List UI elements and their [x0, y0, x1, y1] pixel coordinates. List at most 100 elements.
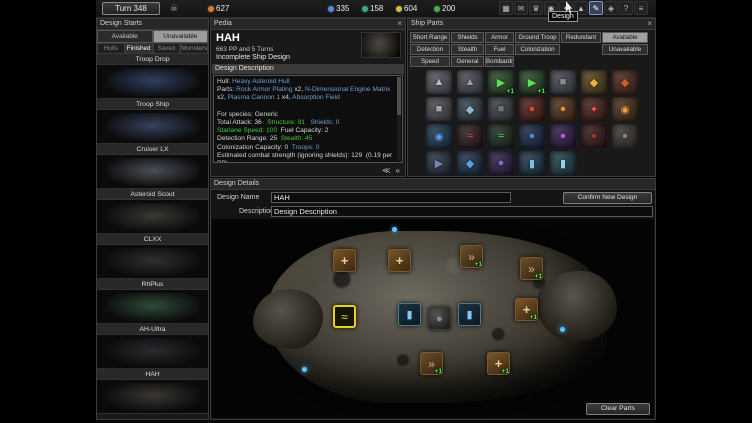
filter-general[interactable]: General [451, 56, 484, 67]
part-short-range-weapon[interactable]: ▲ [425, 69, 453, 95]
turn-button[interactable]: Turn 348 [102, 2, 160, 15]
part-blue-ring[interactable]: ◉ [425, 123, 453, 149]
filter-detection[interactable]: Detection [410, 44, 450, 55]
turret-icon: + [341, 253, 349, 268]
filter-unavailable[interactable]: Unavailable [602, 44, 648, 55]
part-shield-emblem[interactable]: ◆ [456, 150, 484, 176]
turret-slot[interactable]: ++1 [487, 352, 510, 375]
part-missile-weapon[interactable]: ▲ [456, 69, 484, 95]
resource-industry[interactable]: 158 [362, 4, 383, 13]
design-name-input[interactable] [271, 192, 511, 203]
part-asteroid-chunk[interactable]: ● [611, 123, 639, 149]
pedia-back-icon[interactable]: ≪ [382, 166, 390, 175]
part-orange-orb[interactable]: ● [549, 96, 577, 122]
filter-speed[interactable]: Speed [410, 56, 450, 67]
part-amber-ring[interactable]: ◉ [611, 96, 639, 122]
design-thumb [97, 245, 208, 278]
part-red-orb[interactable]: ● [518, 96, 546, 122]
sitrep-button[interactable]: ✉ [514, 1, 528, 15]
tab-available[interactable]: Available [97, 30, 153, 43]
charts-button[interactable]: ▦ [499, 1, 513, 15]
part-dark-module[interactable]: ■ [487, 96, 515, 122]
scanner-slot[interactable]: ≈ [333, 305, 356, 328]
pod-slot[interactable]: ▮ [398, 303, 421, 326]
pod-slot[interactable]: ▮ [458, 303, 481, 326]
empires-button[interactable]: ♛ [529, 1, 543, 15]
design-name: CLXX [97, 234, 208, 245]
part-tech-block[interactable]: ■ [425, 96, 453, 122]
turret-slot[interactable]: + [333, 249, 356, 272]
design-list-item[interactable]: AH-Ultra [97, 324, 208, 369]
design-list-item[interactable]: Cruiser LX [97, 144, 208, 189]
tab-finished[interactable]: Finished [125, 43, 153, 54]
design-list-item[interactable]: CLXX [97, 234, 208, 279]
part-red-monitor[interactable]: ≈ [456, 123, 484, 149]
engine-slot[interactable]: »+1 [520, 257, 543, 280]
filter-ground-troop[interactable]: Ground Troop [515, 32, 560, 43]
design-list-item[interactable]: Troop Ship [97, 99, 208, 144]
filter-short-range[interactable]: Short Range [410, 32, 450, 43]
filter-colonization[interactable]: Colonization [515, 44, 560, 55]
design-name: Troop Drop [97, 54, 208, 65]
part-engine-matrix-2[interactable]: ▶+1 [518, 69, 546, 95]
pedia-button[interactable]: ? [619, 1, 633, 15]
pedia-prev-icon[interactable]: « [396, 166, 400, 175]
part-crystal-plate[interactable]: ◆ [456, 96, 484, 122]
design-description-input[interactable] [271, 206, 653, 217]
filter-stealth[interactable]: Stealth [451, 44, 484, 55]
plus-one-badge: +1 [507, 88, 514, 95]
turret-slot[interactable]: + [388, 249, 411, 272]
design-list-item[interactable]: Asteroid Scout [97, 189, 208, 234]
part-gold-armor[interactable]: ◆ [580, 69, 608, 95]
design-canvas[interactable]: + + »+1 »+1 ≈ ▮ ● ▮ ++1 »+1 ++1 [212, 219, 654, 418]
part-flak-burst[interactable]: ✦ [580, 96, 608, 122]
tab-saved[interactable]: Saved [153, 43, 181, 54]
part-engine-matrix[interactable]: ▶+1 [487, 69, 515, 95]
design-list-item[interactable]: RhPlus [97, 279, 208, 324]
influence-icon [434, 6, 440, 12]
part-blue-orb[interactable]: ● [518, 123, 546, 149]
part-green-monitor[interactable]: ≈ [487, 123, 515, 149]
part-gray-module[interactable]: ■ [549, 69, 577, 95]
core-slot[interactable]: ● [428, 307, 451, 330]
red-monitor-icon: ≈ [467, 130, 473, 142]
turret-slot[interactable]: ++1 [515, 298, 538, 321]
tab-hulls[interactable]: Hulls [97, 43, 125, 54]
close-icon[interactable]: × [397, 19, 402, 29]
research-icon [328, 6, 334, 12]
tab-unavailable[interactable]: Unavailable [153, 30, 209, 43]
filter-shields[interactable]: Shields [451, 32, 484, 43]
scrollbar-thumb[interactable] [397, 77, 401, 115]
text-run: Fuel Capacity: 2 [277, 127, 328, 134]
engine-slot[interactable]: »+1 [420, 352, 443, 375]
part-fighter-bay[interactable]: ▶ [425, 150, 453, 176]
part-cryo-pod-2[interactable]: ▮ [549, 150, 577, 176]
resource-research[interactable]: 335 [328, 4, 349, 13]
resource-population[interactable]: 627 [208, 4, 229, 13]
confirm-new-design-button[interactable]: Confirm New Design [563, 192, 652, 204]
filter-redundant[interactable]: Redundant [561, 32, 601, 43]
design-button[interactable]: ✎ [589, 1, 603, 15]
resource-stockpile[interactable]: 604 [396, 4, 417, 13]
clear-parts-button[interactable]: Clear Parts [586, 403, 650, 415]
scrollbar[interactable] [397, 77, 401, 161]
design-list-item[interactable]: HAH [97, 369, 208, 414]
text-run: N-Dimensional Engine Matrix [305, 86, 390, 93]
part-purple-orb[interactable]: ● [549, 123, 577, 149]
engine-slot[interactable]: »+1 [460, 245, 483, 268]
part-red-armor[interactable]: ◆ [611, 69, 639, 95]
part-violet-orb[interactable]: ● [487, 150, 515, 176]
diplomacy-button[interactable]: ◈ [604, 1, 618, 15]
tab-monsters[interactable]: Monsters [180, 43, 208, 54]
menu-button[interactable]: ≡ [634, 1, 648, 15]
filter-available[interactable]: Available [602, 32, 648, 43]
filter-bombardment[interactable]: Bombardment [485, 56, 514, 67]
design-list-item[interactable]: Troop Drop [97, 54, 208, 99]
part-cryo-pod[interactable]: ▮ [518, 150, 546, 176]
part-dark-red-orb[interactable]: ● [580, 123, 608, 149]
filter-fuel[interactable]: Fuel [485, 44, 514, 55]
design-thumb [97, 380, 208, 413]
filter-armor[interactable]: Armor [485, 32, 514, 43]
close-icon[interactable]: × [647, 19, 652, 29]
resource-influence[interactable]: 200 [434, 4, 455, 13]
